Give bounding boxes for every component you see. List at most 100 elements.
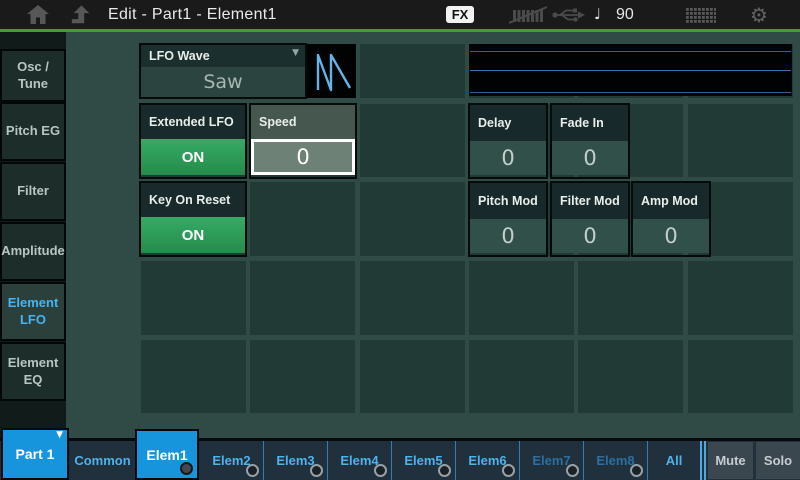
- sidebar-item-element-eq[interactable]: Element EQ: [0, 342, 66, 401]
- grid-cell: [250, 182, 355, 256]
- grid-cell: [688, 104, 793, 177]
- grid-cell: [469, 340, 574, 413]
- grid-cell: [578, 261, 683, 335]
- sidebar-item-pitch-eg[interactable]: Pitch EG: [0, 102, 66, 161]
- grid-cell: [250, 261, 355, 335]
- tab-elem2[interactable]: Elem2: [200, 441, 263, 480]
- sidebar-item-filter[interactable]: Filter: [0, 162, 66, 221]
- fx-indicator[interactable]: FX: [446, 6, 474, 23]
- grid-cell: [360, 182, 465, 256]
- key-on-reset-toggle[interactable]: Key On Reset ON: [139, 181, 247, 257]
- grid-cell: [360, 104, 465, 177]
- tab-elem7[interactable]: Elem7: [520, 441, 583, 480]
- extended-lfo-on-button[interactable]: ON: [141, 139, 245, 175]
- tab-elem4[interactable]: Elem4: [328, 441, 391, 480]
- pitch-mod-value: 0: [470, 219, 546, 253]
- key-on-reset-on-button[interactable]: ON: [141, 217, 245, 253]
- amp-mod-value: 0: [633, 219, 709, 253]
- key-on-reset-label: Key On Reset: [141, 183, 245, 217]
- delay-value: 0: [470, 141, 546, 175]
- delay-label: Delay: [470, 105, 546, 141]
- display-top-line: [470, 51, 791, 52]
- tab-elem3[interactable]: Elem3: [264, 441, 327, 480]
- filter-mod-value: 0: [552, 219, 628, 253]
- tab-elem1[interactable]: Elem1: [135, 429, 199, 480]
- grid-cell: [360, 44, 465, 98]
- up-arrow-icon[interactable]: [70, 4, 92, 30]
- grid-cell: [141, 340, 246, 413]
- tab-elem6[interactable]: Elem6: [456, 441, 519, 480]
- grid-cell: [360, 261, 465, 335]
- part-select-label: Part 1: [16, 446, 55, 462]
- speed-value: 0: [251, 139, 355, 175]
- tab-separator: [519, 441, 520, 480]
- speed-label: Speed: [251, 105, 355, 139]
- extended-lfo-toggle[interactable]: Extended LFO ON: [139, 103, 247, 179]
- display-waveform-line: [470, 70, 791, 71]
- solo-button[interactable]: Solo: [756, 442, 800, 479]
- element-state-icon: [180, 462, 193, 475]
- element-state-icon: [566, 464, 579, 477]
- element-state-icon: [310, 464, 323, 477]
- grid-cell: [688, 261, 793, 335]
- filter-mod-label: Filter Mod: [552, 183, 628, 219]
- display-bottom-line: [470, 92, 791, 93]
- mute-button[interactable]: Mute: [708, 442, 753, 479]
- tempo-value[interactable]: 90: [616, 6, 634, 24]
- tab-elem5[interactable]: Elem5: [392, 441, 455, 480]
- tab-elem1-label: Elem1: [146, 447, 187, 463]
- tab-separator: [583, 441, 584, 480]
- grid-cell: [250, 340, 355, 413]
- element-state-icon: [438, 464, 451, 477]
- grid-cell: [688, 340, 793, 413]
- tab-common[interactable]: Common: [70, 441, 135, 480]
- tab-elem8[interactable]: Elem8: [584, 441, 647, 480]
- usb-icon: [551, 7, 585, 28]
- keyboard-mute-icon: [509, 6, 547, 29]
- element-state-icon: [630, 464, 643, 477]
- tab-separator: [455, 441, 456, 480]
- grid-cell: [469, 261, 574, 335]
- sidebar-item-amplitude[interactable]: Amplitude: [0, 222, 66, 281]
- lfo-wave-label: LFO Wave ▼: [141, 45, 305, 67]
- fade-in-value: 0: [552, 141, 628, 175]
- tab-separator: [391, 441, 392, 480]
- delay-field[interactable]: Delay 0: [468, 103, 548, 179]
- gear-icon[interactable]: ⚙: [750, 3, 768, 27]
- grid-cell: [578, 340, 683, 413]
- lfo-wave-dropdown[interactable]: LFO Wave ▼ Saw: [139, 43, 307, 99]
- filter-mod-field[interactable]: Filter Mod 0: [550, 181, 630, 257]
- grid-cell: [141, 261, 246, 335]
- pads-grid-icon[interactable]: [686, 8, 716, 28]
- pitch-mod-field[interactable]: Pitch Mod 0: [468, 181, 548, 257]
- chevron-down-icon: ▼: [292, 48, 299, 58]
- topbar-green-divider: [0, 29, 800, 32]
- tab-all[interactable]: All: [648, 441, 700, 480]
- home-icon[interactable]: [26, 4, 50, 30]
- tab-separator: [327, 441, 328, 480]
- tab-separator: [647, 441, 648, 480]
- extended-lfo-label: Extended LFO: [141, 105, 245, 139]
- tab-separator: [700, 441, 702, 480]
- tab-separator: [263, 441, 264, 480]
- sidebar-item-osc-tune[interactable]: Osc / Tune: [0, 49, 66, 102]
- pitch-mod-label: Pitch Mod: [470, 183, 546, 219]
- synth-edit-screen: Edit - Part1 - Element1 FX: [0, 0, 800, 480]
- fade-in-field[interactable]: Fade In 0: [550, 103, 630, 179]
- chevron-down-icon: ▼: [56, 430, 63, 440]
- tab-separator: [704, 441, 706, 480]
- sidebar-item-element-lfo[interactable]: Element LFO: [0, 282, 66, 341]
- element-state-icon: [374, 464, 387, 477]
- element-state-icon: [246, 464, 259, 477]
- lfo-display: [469, 44, 792, 96]
- speed-field[interactable]: Speed 0: [249, 103, 357, 179]
- lfo-wave-value: Saw: [141, 67, 305, 97]
- page-title: Edit - Part1 - Element1: [108, 0, 277, 29]
- amp-mod-label: Amp Mod: [633, 183, 709, 219]
- element-state-icon: [502, 464, 515, 477]
- grid-cell: [360, 340, 465, 413]
- quarter-note-icon[interactable]: ♩: [594, 5, 601, 23]
- top-status-bar: Edit - Part1 - Element1 FX: [0, 0, 800, 29]
- part-select-button[interactable]: Part 1 ▼: [1, 428, 69, 480]
- amp-mod-field[interactable]: Amp Mod 0: [631, 181, 711, 257]
